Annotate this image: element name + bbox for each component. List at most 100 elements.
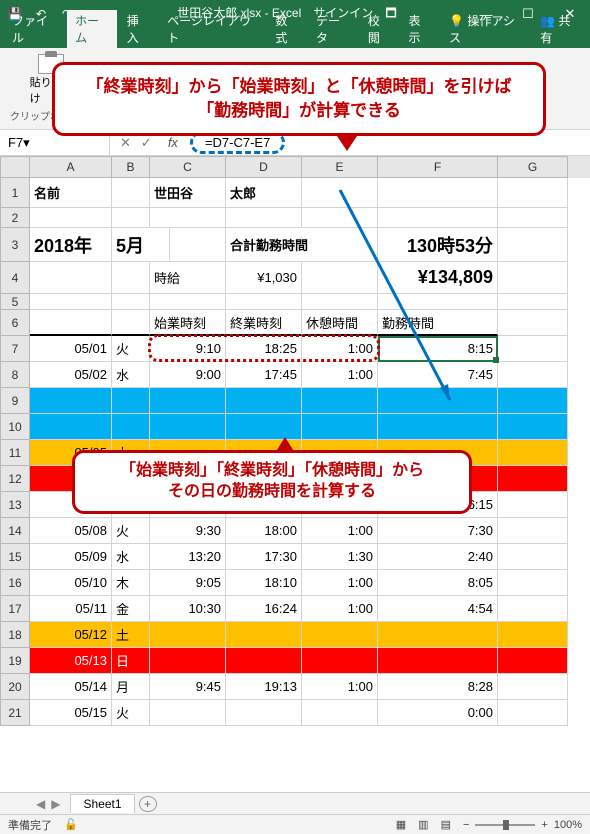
cell[interactable] bbox=[226, 700, 302, 726]
cell[interactable]: 05/11 bbox=[30, 596, 112, 622]
col-header-b[interactable]: B bbox=[112, 156, 150, 178]
view-layout-icon[interactable]: ▥ bbox=[418, 818, 428, 831]
row-header[interactable]: 2 bbox=[0, 208, 30, 228]
cell[interactable]: 名前 bbox=[30, 178, 112, 208]
tab-pagelayout[interactable]: ページレイアウト bbox=[159, 10, 265, 48]
cell[interactable]: 05/15 bbox=[30, 700, 112, 726]
row-header[interactable]: 18 bbox=[0, 622, 30, 648]
cell[interactable] bbox=[302, 414, 378, 440]
zoom-level[interactable]: 100% bbox=[554, 819, 582, 831]
cell[interactable]: 18:10 bbox=[226, 570, 302, 596]
fx-icon[interactable]: fx bbox=[162, 135, 184, 150]
cell[interactable]: 16:24 bbox=[226, 596, 302, 622]
cell[interactable]: 土 bbox=[112, 622, 150, 648]
cell[interactable]: 2:40 bbox=[378, 544, 498, 570]
cell[interactable] bbox=[112, 294, 150, 310]
tab-data[interactable]: データ bbox=[308, 10, 358, 48]
tab-file[interactable]: ファイル bbox=[4, 10, 65, 48]
cancel-formula-icon[interactable]: ✕ bbox=[120, 135, 131, 151]
cell[interactable]: 太郎 bbox=[226, 178, 302, 208]
cell[interactable] bbox=[150, 648, 226, 674]
row-header[interactable]: 16 bbox=[0, 570, 30, 596]
cell[interactable]: 5月 bbox=[112, 228, 170, 262]
cell[interactable]: 17:45 bbox=[226, 362, 302, 388]
cell[interactable] bbox=[302, 700, 378, 726]
cell[interactable] bbox=[498, 648, 568, 674]
cell[interactable] bbox=[150, 700, 226, 726]
view-pagebreak-icon[interactable]: ▤ bbox=[441, 818, 451, 831]
cell[interactable] bbox=[150, 208, 226, 228]
cell[interactable] bbox=[498, 388, 568, 414]
cell[interactable]: ¥1,030 bbox=[226, 262, 302, 294]
cell[interactable] bbox=[150, 414, 226, 440]
cell[interactable] bbox=[498, 208, 568, 228]
cell[interactable]: 19:13 bbox=[226, 674, 302, 700]
cell[interactable]: 水 bbox=[112, 544, 150, 570]
row-header[interactable]: 19 bbox=[0, 648, 30, 674]
cell[interactable]: 9:45 bbox=[150, 674, 226, 700]
cell[interactable] bbox=[30, 388, 112, 414]
row-header[interactable]: 13 bbox=[0, 492, 30, 518]
cell[interactable] bbox=[112, 208, 150, 228]
cell[interactable] bbox=[226, 208, 302, 228]
cell[interactable]: 05/12 bbox=[30, 622, 112, 648]
cell[interactable] bbox=[498, 700, 568, 726]
cell[interactable]: 1:00 bbox=[302, 596, 378, 622]
row-header[interactable]: 14 bbox=[0, 518, 30, 544]
cell[interactable]: 17:30 bbox=[226, 544, 302, 570]
cell[interactable]: 13:20 bbox=[150, 544, 226, 570]
cell[interactable]: 9:00 bbox=[150, 362, 226, 388]
cell[interactable] bbox=[302, 648, 378, 674]
row-header[interactable]: 1 bbox=[0, 178, 30, 208]
cell[interactable] bbox=[498, 294, 568, 310]
share-button[interactable]: 👥 共有 bbox=[534, 10, 586, 48]
cell[interactable]: 1:30 bbox=[302, 544, 378, 570]
row-header[interactable]: 12 bbox=[0, 466, 30, 492]
row-header[interactable]: 20 bbox=[0, 674, 30, 700]
cell[interactable]: 9:30 bbox=[150, 518, 226, 544]
prev-sheet-icon[interactable]: ◀ bbox=[36, 797, 45, 811]
cell[interactable] bbox=[498, 440, 568, 466]
cell[interactable] bbox=[112, 262, 150, 294]
cell[interactable]: 終業時刻 bbox=[226, 310, 302, 336]
row-header[interactable]: 10 bbox=[0, 414, 30, 440]
tab-view[interactable]: 表示 bbox=[400, 10, 439, 48]
cell[interactable] bbox=[112, 414, 150, 440]
row-header[interactable]: 6 bbox=[0, 310, 30, 336]
cell[interactable] bbox=[498, 544, 568, 570]
cell[interactable] bbox=[170, 228, 226, 262]
cell[interactable] bbox=[498, 262, 568, 294]
row-header[interactable]: 11 bbox=[0, 440, 30, 466]
cell[interactable] bbox=[498, 596, 568, 622]
cell[interactable] bbox=[378, 622, 498, 648]
cell[interactable]: 時給 bbox=[150, 262, 226, 294]
cell[interactable]: 05/01 bbox=[30, 336, 112, 362]
cell[interactable]: 月 bbox=[112, 674, 150, 700]
tab-review[interactable]: 校閲 bbox=[360, 10, 399, 48]
cell[interactable]: 1:00 bbox=[302, 518, 378, 544]
cell[interactable]: 1:00 bbox=[302, 570, 378, 596]
cell[interactable] bbox=[498, 518, 568, 544]
cell[interactable]: 火 bbox=[112, 336, 150, 362]
cell[interactable]: 05/09 bbox=[30, 544, 112, 570]
cell[interactable]: 7:30 bbox=[378, 518, 498, 544]
cell[interactable] bbox=[226, 294, 302, 310]
col-header-a[interactable]: A bbox=[30, 156, 112, 178]
cell[interactable]: 0:00 bbox=[378, 700, 498, 726]
cell[interactable]: 1:00 bbox=[302, 674, 378, 700]
cell[interactable] bbox=[226, 622, 302, 648]
row-header[interactable]: 7 bbox=[0, 336, 30, 362]
cell[interactable] bbox=[150, 388, 226, 414]
cell[interactable]: 18:25 bbox=[226, 336, 302, 362]
cell[interactable]: 05/10 bbox=[30, 570, 112, 596]
cell[interactable] bbox=[498, 570, 568, 596]
cell[interactable] bbox=[498, 466, 568, 492]
cell[interactable]: 9:05 bbox=[150, 570, 226, 596]
cell[interactable]: 10:30 bbox=[150, 596, 226, 622]
cell[interactable]: 木 bbox=[112, 570, 150, 596]
cell[interactable] bbox=[112, 388, 150, 414]
cell[interactable]: 8:28 bbox=[378, 674, 498, 700]
cell[interactable]: 05/02 bbox=[30, 362, 112, 388]
row-header[interactable]: 17 bbox=[0, 596, 30, 622]
cell[interactable] bbox=[30, 294, 112, 310]
